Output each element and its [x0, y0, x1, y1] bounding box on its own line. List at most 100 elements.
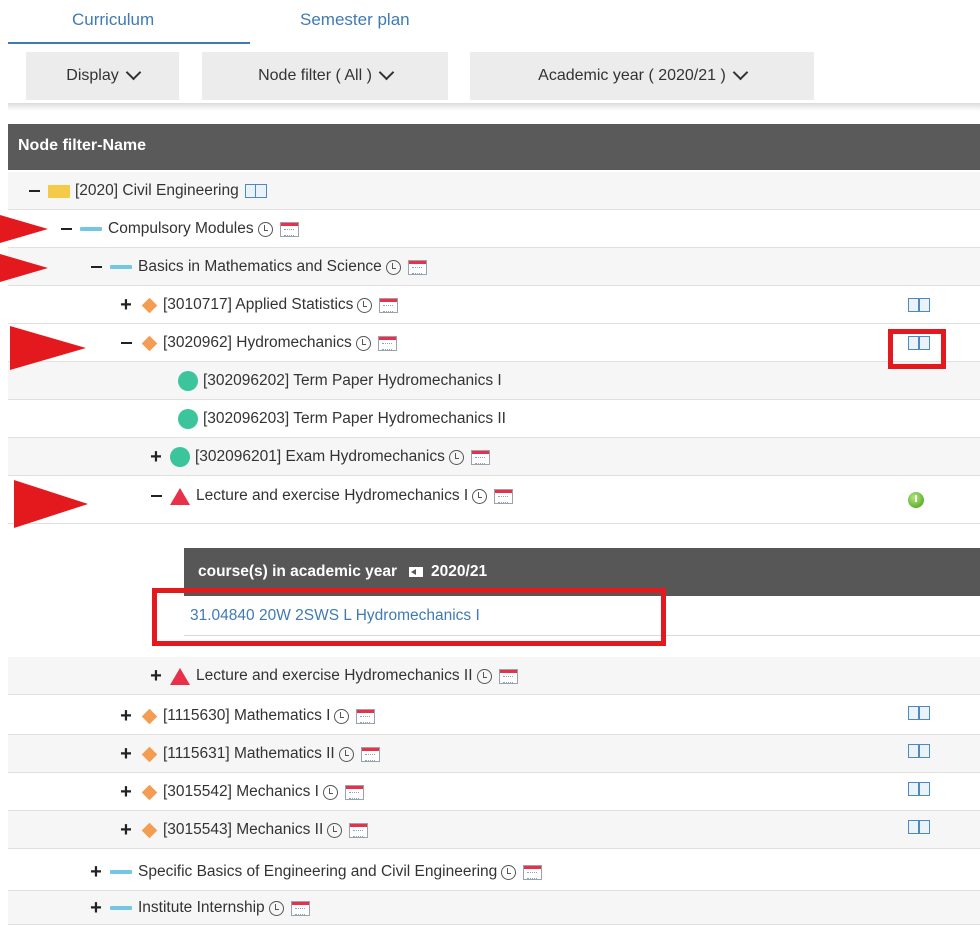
collapse-toggle[interactable] — [58, 228, 74, 231]
expand-toggle[interactable]: + — [148, 446, 164, 469]
tree-node-label[interactable]: [3015543] Mechanics II — [163, 821, 323, 839]
expand-toggle[interactable]: + — [118, 781, 134, 804]
expand-toggle[interactable]: + — [118, 743, 134, 766]
book-icon[interactable] — [908, 298, 930, 312]
expand-toggle[interactable]: + — [118, 705, 134, 728]
tree-node-label[interactable]: [302096202] Term Paper Hydromechanics I — [203, 372, 502, 390]
tree-node-label[interactable]: [3015542] Mechanics I — [163, 783, 319, 801]
annotation-arrow — [0, 215, 48, 243]
display-dropdown[interactable]: Display — [26, 52, 179, 100]
diamond-icon — [141, 297, 158, 313]
clock-icon[interactable] — [448, 449, 464, 465]
tree-row: + [1115631] Mathematics II — [8, 735, 980, 773]
triangle-icon — [170, 667, 190, 685]
clock-icon[interactable] — [322, 784, 338, 800]
clock-icon[interactable] — [268, 900, 284, 916]
diamond-icon — [141, 784, 158, 800]
book-icon[interactable] — [908, 706, 930, 720]
expand-toggle[interactable]: + — [88, 897, 104, 920]
expand-toggle[interactable]: + — [118, 294, 134, 317]
tree-row: + Lecture and exercise Hydromechanics II — [8, 657, 980, 695]
collapse-toggle[interactable] — [118, 342, 134, 345]
module-icon — [110, 870, 132, 874]
book-icon[interactable] — [244, 184, 267, 198]
calendar-icon[interactable] — [494, 488, 514, 504]
tree-row: + Specific Basics of Engineering and Civ… — [8, 853, 980, 891]
chevron-down-icon — [732, 64, 749, 80]
annotation-arrow — [0, 254, 48, 282]
tab-curriculum[interactable]: Curriculum — [72, 10, 154, 30]
book-icon[interactable] — [908, 820, 930, 834]
tree-node-label[interactable]: Lecture and exercise Hydromechanics II — [196, 667, 473, 685]
tree-row: + [3015542] Mechanics I — [8, 773, 980, 811]
tree-row: Basics in Mathematics and Science — [8, 248, 980, 286]
clock-icon[interactable] — [355, 335, 371, 351]
diamond-icon — [141, 822, 158, 838]
clock-icon[interactable] — [338, 746, 354, 762]
tree-row: Lecture and exercise Hydromechanics I — [8, 476, 980, 524]
course-panel-year: 2020/21 — [431, 563, 488, 580]
calendar-icon[interactable] — [470, 449, 490, 465]
clock-icon[interactable] — [476, 668, 492, 684]
tree-node-label[interactable]: [302096203] Term Paper Hydromechanics II — [203, 410, 506, 428]
calendar-icon[interactable] — [407, 259, 427, 275]
module-icon — [80, 227, 102, 231]
module-icon — [110, 265, 132, 269]
expand-toggle[interactable]: + — [148, 665, 164, 688]
calendar-icon[interactable] — [379, 297, 399, 313]
tree-row: Compulsory Modules — [8, 210, 980, 248]
calendar-icon[interactable] — [377, 335, 397, 351]
calendar-icon[interactable] — [344, 784, 364, 800]
tree-node-label[interactable]: [3010717] Applied Statistics — [163, 296, 353, 314]
tab-semester-plan[interactable]: Semester plan — [300, 10, 410, 30]
calendar-icon[interactable] — [349, 822, 369, 838]
tree-row: + [3015543] Mechanics II — [8, 811, 980, 849]
calendar-icon[interactable] — [279, 221, 299, 237]
clock-icon[interactable] — [257, 221, 273, 237]
tree-node-label[interactable]: [2020] Civil Engineering — [75, 182, 239, 200]
tree-node-label[interactable]: Specific Basics of Engineering and Civil… — [138, 863, 497, 881]
calendar-icon[interactable] — [290, 900, 310, 916]
tree-node-label[interactable]: [302096201] Exam Hydromechanics — [195, 448, 445, 466]
calendar-icon[interactable] — [523, 864, 543, 880]
clock-icon[interactable] — [334, 708, 350, 724]
active-tab-indicator — [8, 42, 250, 44]
triangle-icon — [170, 487, 190, 505]
clock-icon[interactable] — [385, 259, 401, 275]
academic-year-dropdown[interactable]: Academic year ( 2020/21 ) — [470, 52, 814, 100]
collapse-toggle[interactable] — [26, 190, 42, 193]
collapse-toggle[interactable] — [148, 495, 164, 498]
clock-icon[interactable] — [357, 297, 373, 313]
circle-icon — [178, 371, 198, 391]
tree-row: [302096202] Term Paper Hydromechanics I — [8, 362, 980, 400]
calendar-icon[interactable] — [360, 746, 380, 762]
calendar-icon[interactable] — [356, 708, 376, 724]
tree-node-label[interactable]: [1115630] Mathematics I — [163, 707, 330, 725]
display-dropdown-label: Display — [66, 67, 119, 84]
academic-year-dropdown-label: Academic year ( 2020/21 ) — [538, 67, 726, 84]
tree-node-label[interactable]: Compulsory Modules — [108, 220, 254, 238]
tree-node-label[interactable]: [1115631] Mathematics II — [163, 745, 335, 763]
node-filter-dropdown[interactable]: Node filter ( All ) — [202, 52, 448, 100]
module-icon — [110, 906, 132, 910]
tree-row: [302096203] Term Paper Hydromechanics II — [8, 400, 980, 438]
clock-icon[interactable] — [501, 864, 517, 880]
tree-node-label[interactable]: Basics in Mathematics and Science — [138, 258, 382, 276]
clock-icon[interactable] — [327, 822, 343, 838]
tree-node-label[interactable]: Lecture and exercise Hydromechanics I — [196, 487, 468, 505]
book-icon[interactable] — [908, 744, 930, 758]
year-switch-icon[interactable] — [409, 567, 424, 577]
folder-icon — [48, 184, 70, 198]
diamond-icon — [141, 746, 158, 762]
column-header-name: Node filter-Name — [18, 137, 147, 154]
clock-icon[interactable] — [472, 488, 488, 504]
tab-bar: Curriculum Semester plan — [0, 0, 980, 50]
expand-toggle[interactable]: + — [88, 861, 104, 884]
tree-node-label[interactable]: Institute Internship — [138, 899, 265, 917]
expand-toggle[interactable]: + — [118, 819, 134, 842]
collapse-toggle[interactable] — [88, 266, 104, 269]
calendar-icon[interactable] — [498, 668, 518, 684]
tree-row: + [302096201] Exam Hydromechanics — [8, 438, 980, 476]
book-icon[interactable] — [908, 782, 930, 796]
tree-node-label[interactable]: [3020962] Hydromechanics — [163, 334, 352, 352]
